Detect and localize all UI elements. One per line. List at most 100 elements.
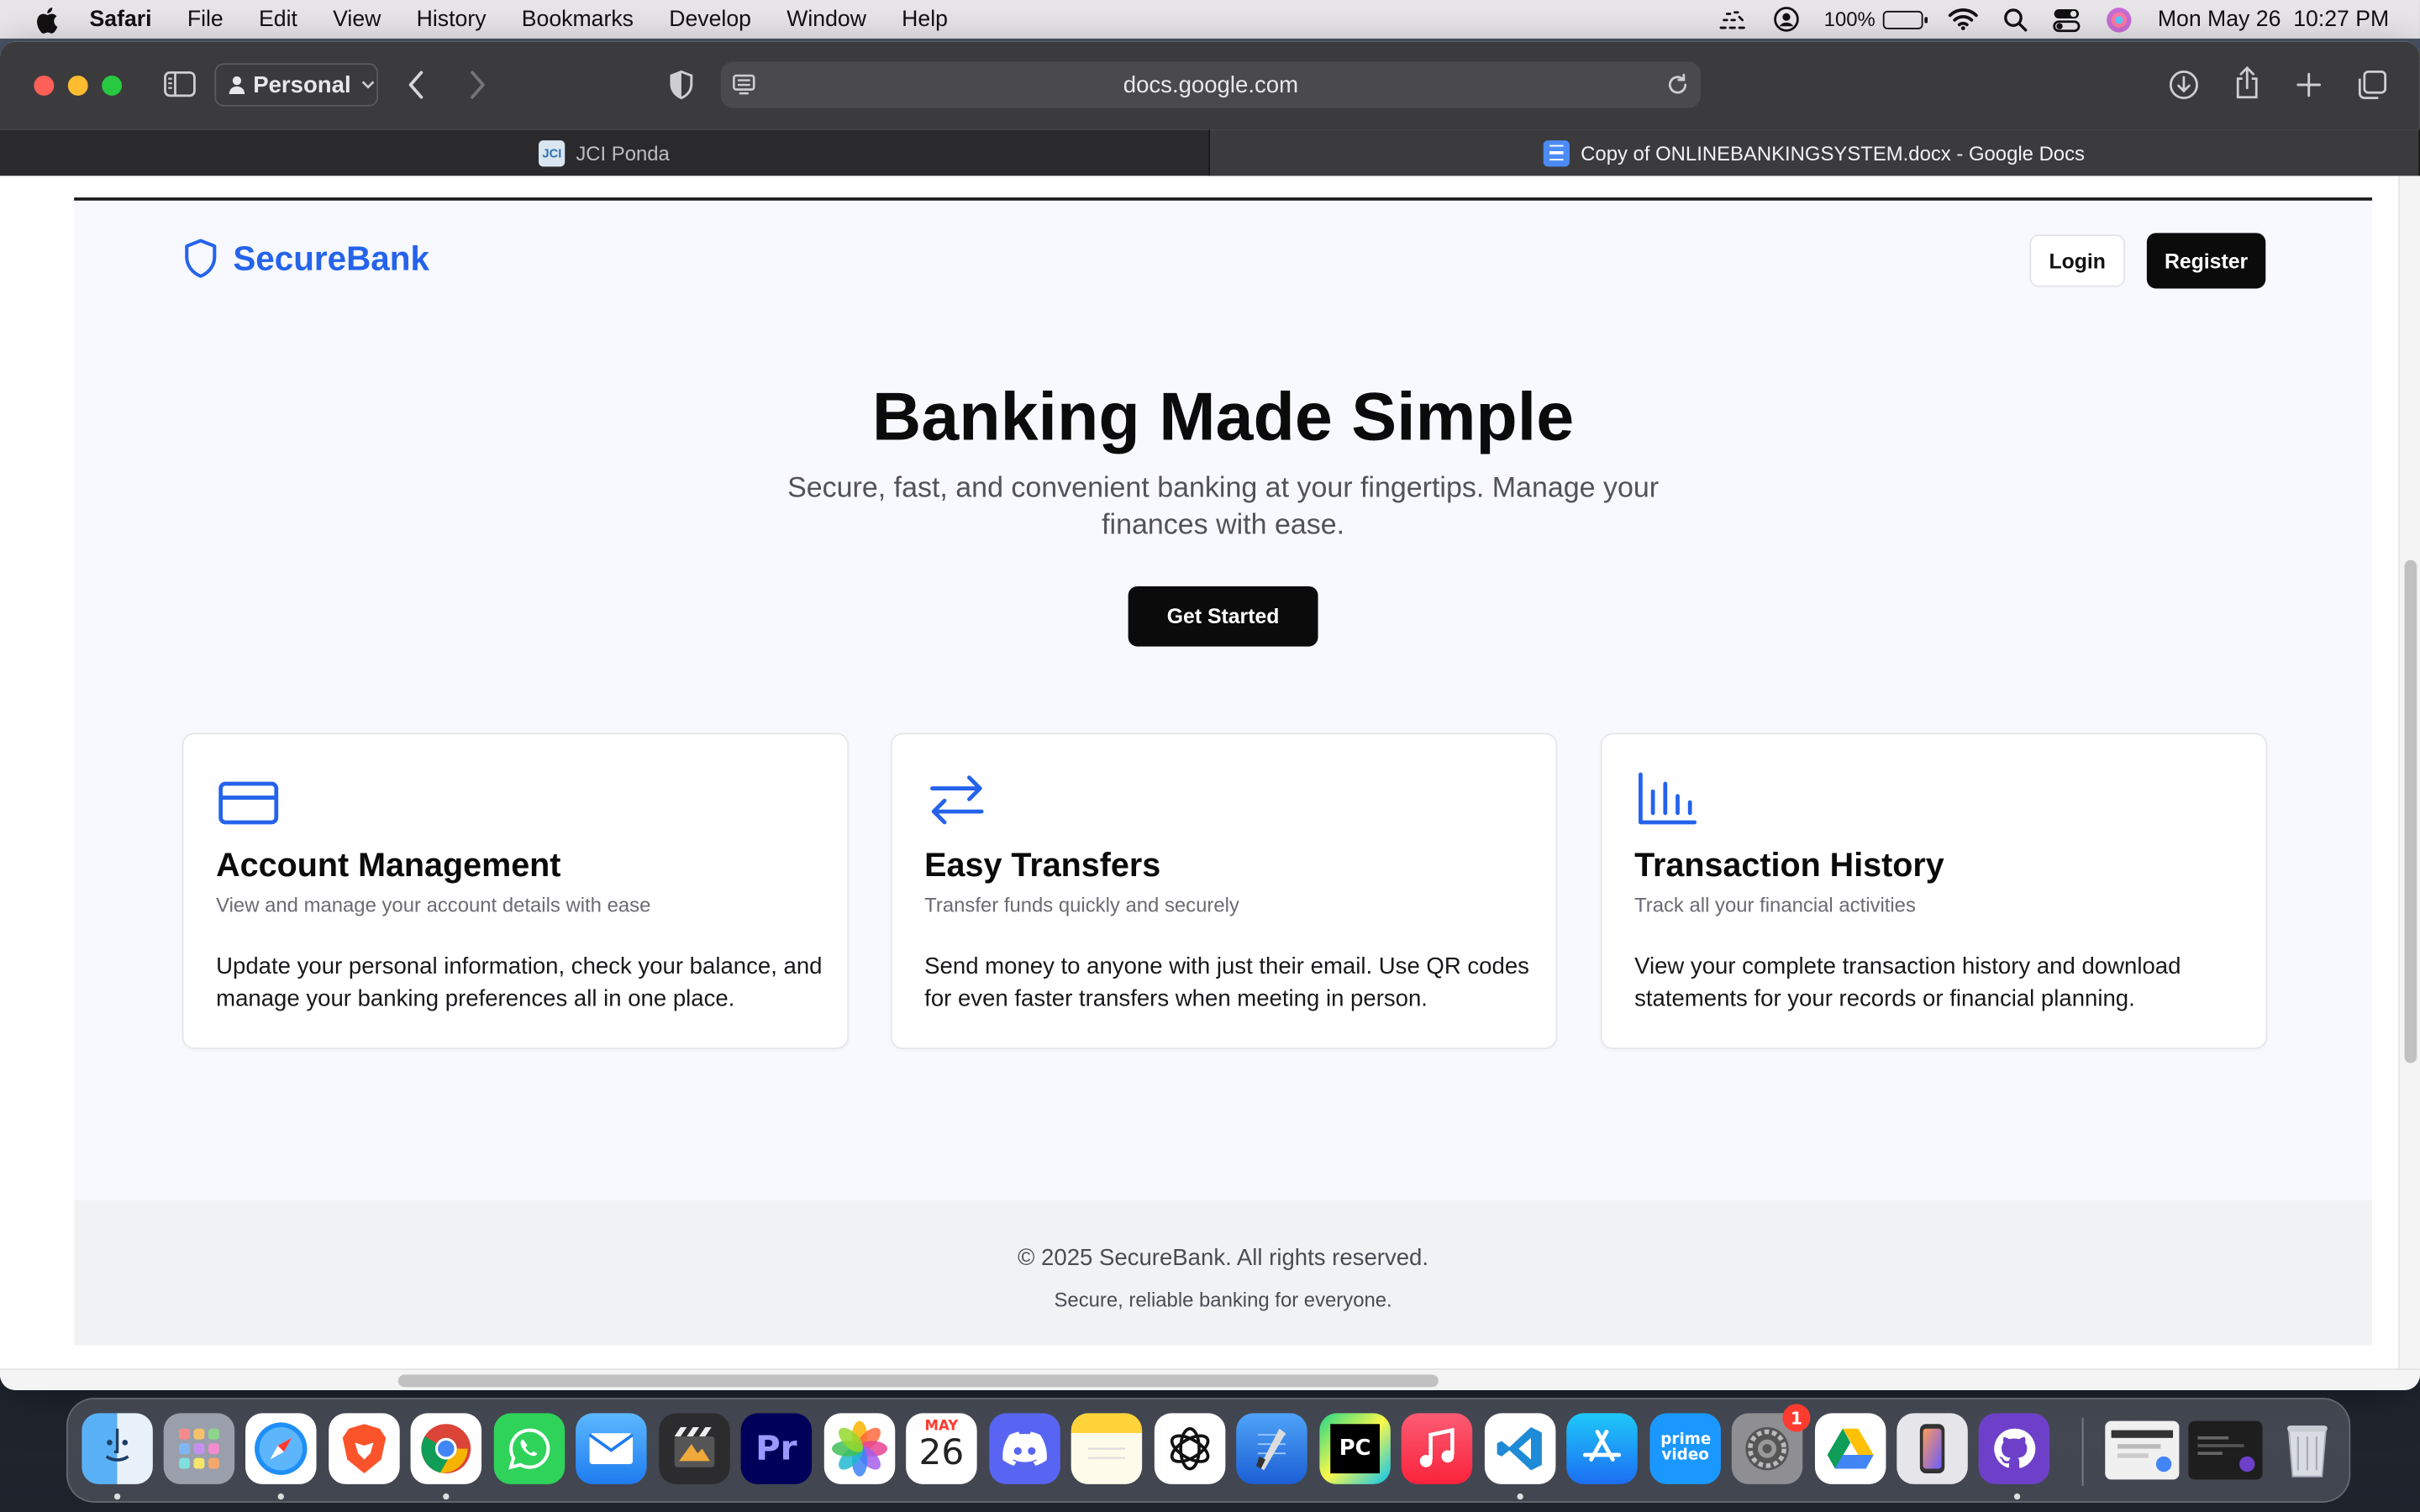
brave-browser-icon[interactable] xyxy=(329,1413,400,1484)
person-icon xyxy=(229,76,245,95)
whatsapp-icon[interactable] xyxy=(493,1413,566,1484)
finder-icon[interactable] xyxy=(82,1413,153,1484)
zoom-window-button[interactable] xyxy=(102,75,123,96)
bar-chart-icon xyxy=(1639,772,1697,825)
vertical-scroll-thumb[interactable] xyxy=(2404,559,2417,1063)
shield-icon xyxy=(185,239,217,278)
page-menu-icon[interactable] xyxy=(732,72,756,97)
pycharm-label: PC xyxy=(1330,1424,1381,1474)
iphone-mirroring-icon[interactable] xyxy=(1897,1413,1968,1484)
horizontal-scroll-thumb[interactable] xyxy=(397,1374,1439,1388)
prime-video-label: prime video xyxy=(1660,1431,1712,1465)
launchpad-icon[interactable] xyxy=(163,1413,235,1484)
menu-datetime[interactable]: Mon May 26 10:27 PM xyxy=(2158,7,2389,31)
final-cut-pro-icon[interactable] xyxy=(659,1413,730,1484)
google-docs-icon xyxy=(1544,139,1570,166)
mail-icon[interactable] xyxy=(576,1413,647,1484)
prime-video-icon[interactable]: prime video xyxy=(1649,1413,1721,1484)
downloads-icon[interactable] xyxy=(2169,70,2200,101)
menu-history[interactable]: History xyxy=(417,7,487,31)
google-chrome-icon[interactable] xyxy=(410,1413,482,1484)
brand-logo[interactable]: SecureBank xyxy=(182,238,429,280)
github-desktop-icon[interactable] xyxy=(1978,1413,2050,1484)
control-center-icon[interactable] xyxy=(2053,7,2081,32)
sidebar-toggle-icon[interactable] xyxy=(164,71,197,97)
login-button[interactable]: Login xyxy=(2029,234,2126,287)
discord-icon[interactable] xyxy=(989,1413,1060,1484)
siri-icon[interactable] xyxy=(2105,5,2133,33)
app-store-icon[interactable] xyxy=(1566,1413,1638,1484)
address-bar[interactable]: docs.google.com xyxy=(720,61,1702,108)
back-button-icon[interactable] xyxy=(406,70,428,101)
apple-menu-icon[interactable] xyxy=(31,4,62,35)
menu-bookmarks[interactable]: Bookmarks xyxy=(522,7,634,31)
running-indicator xyxy=(1517,1493,1523,1500)
music-icon[interactable] xyxy=(1401,1413,1473,1484)
calendar-icon[interactable]: MAY 26 xyxy=(906,1413,977,1484)
menu-window[interactable]: Window xyxy=(786,7,866,31)
scan-icon[interactable] xyxy=(1718,8,1749,30)
feature-title: Account Management xyxy=(216,847,561,885)
dock: Pr MAY 26 PC prime video 1 xyxy=(66,1398,2351,1503)
tab-title: JCI Ponda xyxy=(576,141,670,165)
feature-description: Send money to anyone with just their ema… xyxy=(924,953,1529,1012)
profile-switcher[interactable]: Personal xyxy=(214,63,378,107)
forward-button-icon[interactable] xyxy=(466,70,488,101)
battery-percent: 100% xyxy=(1823,8,1876,31)
notes-icon[interactable] xyxy=(1071,1413,1143,1484)
hero-subtitle: Secure, fast, and convenient banking at … xyxy=(787,470,1660,540)
pycharm-icon[interactable]: PC xyxy=(1319,1413,1391,1484)
google-drive-icon[interactable] xyxy=(1814,1413,1886,1484)
minimized-window-thumbnail[interactable] xyxy=(2188,1420,2263,1480)
site-footer: © 2025 SecureBank. All rights reserved. … xyxy=(74,1200,2373,1346)
spotlight-search-icon[interactable] xyxy=(2003,7,2028,31)
premiere-pro-icon[interactable]: Pr xyxy=(740,1413,813,1484)
safari-window: Personal docs.google.com JCI JCI Ponda C… xyxy=(0,41,2420,1390)
feature-card-easy-transfers: Easy Transfers Transfer funds quickly an… xyxy=(890,732,1558,1049)
vertical-scrollbar[interactable] xyxy=(2398,176,2420,1390)
horizontal-scrollbar[interactable] xyxy=(0,1368,2420,1390)
battery-status[interactable]: 100% xyxy=(1823,8,1928,31)
menu-file[interactable]: File xyxy=(187,7,224,31)
menu-view[interactable]: View xyxy=(333,7,381,31)
credit-card-icon xyxy=(218,781,279,825)
footer-copyright: © 2025 SecureBank. All rights reserved. xyxy=(1018,1245,1429,1272)
safari-icon[interactable] xyxy=(245,1413,317,1484)
get-started-button[interactable]: Get Started xyxy=(1128,585,1318,647)
tab-bar: JCI JCI Ponda Copy of ONLINEBANKINGSYSTE… xyxy=(0,129,2420,176)
calendar-day: 26 xyxy=(918,1433,965,1474)
menu-edit[interactable]: Edit xyxy=(259,7,297,31)
battery-icon xyxy=(1882,9,1928,29)
minimize-window-button[interactable] xyxy=(67,75,88,96)
chatgpt-icon[interactable] xyxy=(1154,1413,1226,1484)
tab-title: Copy of ONLINEBANKINGSYSTEM.docx - Googl… xyxy=(1581,141,2085,165)
feature-card-account-management: Account Management View and manage your … xyxy=(182,732,850,1049)
photos-icon[interactable] xyxy=(823,1413,896,1484)
system-settings-icon[interactable]: 1 xyxy=(1731,1404,1811,1484)
feature-card-transaction-history: Transaction History Track all your finan… xyxy=(1600,732,2268,1049)
tab-overview-icon[interactable] xyxy=(2357,70,2388,101)
close-window-button[interactable] xyxy=(34,75,55,96)
tab-google-docs[interactable]: Copy of ONLINEBANKINGSYSTEM.docx - Googl… xyxy=(1209,129,2420,176)
register-button[interactable]: Register xyxy=(2146,233,2266,289)
minimized-window-thumbnail[interactable] xyxy=(2105,1420,2180,1480)
menu-help[interactable]: Help xyxy=(902,7,948,31)
notification-badge: 1 xyxy=(1782,1404,1811,1432)
xcode-icon[interactable] xyxy=(1236,1413,1307,1484)
tab-jci-ponda[interactable]: JCI JCI Ponda xyxy=(0,129,1210,176)
vscode-icon[interactable] xyxy=(1484,1413,1556,1484)
hero-title: Banking Made Simple xyxy=(871,379,1575,455)
menu-develop[interactable]: Develop xyxy=(669,7,751,31)
transfer-arrows-icon xyxy=(929,775,984,825)
feature-subtitle: Track all your financial activities xyxy=(1634,893,1916,916)
url-text: docs.google.com xyxy=(1123,71,1299,98)
new-tab-icon[interactable] xyxy=(2295,71,2323,98)
privacy-shield-icon[interactable] xyxy=(668,70,694,101)
share-icon[interactable] xyxy=(2233,66,2261,100)
user-account-icon[interactable] xyxy=(1773,6,1799,32)
reload-icon[interactable] xyxy=(1665,72,1690,97)
wifi-icon[interactable] xyxy=(1948,8,1979,31)
menu-app-name[interactable]: Safari xyxy=(90,7,152,31)
trash-icon[interactable] xyxy=(2272,1413,2343,1483)
profile-label: Personal xyxy=(253,71,351,98)
